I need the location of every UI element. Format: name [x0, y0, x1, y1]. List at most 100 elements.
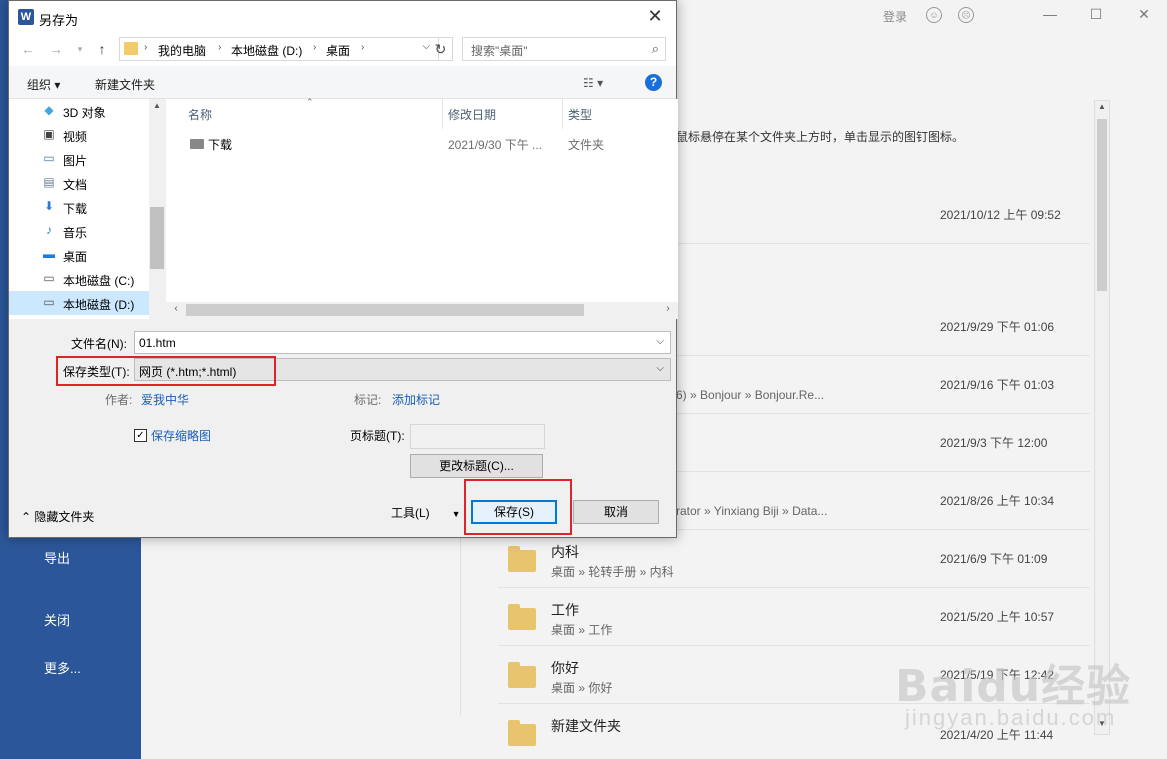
up-arrow-icon[interactable]: ↑ — [93, 41, 111, 57]
nav-item-documents[interactable]: ▤ 文档 — [9, 171, 149, 195]
page-title-field[interactable] — [410, 424, 545, 449]
watermark-url: jingyan.baidu.com — [905, 705, 1117, 730]
search-icon[interactable]: ⌕ — [652, 41, 659, 57]
chevron-down-icon[interactable]: ⌵ — [656, 363, 664, 374]
nav-scrollbar[interactable]: ▲ — [149, 99, 165, 319]
file-row-name[interactable]: 下载 — [208, 136, 232, 153]
nav-item-downloads[interactable]: ⬇ 下载 — [9, 195, 149, 219]
save-highlight — [464, 479, 572, 535]
help-icon[interactable]: ? — [645, 74, 662, 91]
nav-item-pictures[interactable]: ▭ 图片 — [9, 147, 149, 171]
save-thumbnail-checkbox[interactable]: ✓ — [134, 429, 147, 442]
nav-item-drive-d[interactable]: ▭ 本地磁盘 (D:) — [9, 291, 149, 315]
maximize-button[interactable]: ☐ — [1086, 6, 1106, 23]
tools-menu[interactable]: 工具(L) ▼ — [391, 504, 461, 521]
file-row-type: 文件夹 — [568, 138, 605, 152]
scroll-up-icon[interactable]: ▲ — [149, 101, 165, 115]
nav-item-drive-c[interactable]: ▭ 本地磁盘 (C:) — [9, 267, 149, 291]
cancel-button[interactable]: 取消 — [573, 500, 659, 524]
nav-item-videos[interactable]: ▣ 视频 — [9, 123, 149, 147]
add-tags-link[interactable]: 添加标记 — [392, 391, 440, 408]
recent-folder-row[interactable]: 内科 桌面 » 轮转手册 » 内科 2021/6/9 下午 01:09 — [498, 530, 1090, 588]
scroll-thumb[interactable] — [186, 304, 584, 316]
menu-close[interactable]: 关闭 — [44, 610, 70, 629]
document-icon: ▤ — [43, 175, 55, 189]
desktop-icon: ▬ — [43, 247, 55, 261]
scroll-right-icon[interactable]: › — [660, 303, 676, 314]
save-as-dialog: W 另存为 ✕ ← → ▾ ↑ › 我的电脑 › 本地磁盘 (D:) › 桌面 … — [8, 0, 678, 538]
backstage-scrollbar[interactable]: ▲ ▼ — [1094, 100, 1110, 735]
nav-item-music[interactable]: ♪ 音乐 — [9, 219, 149, 243]
horizontal-scrollbar[interactable]: ‹ › — [166, 302, 678, 319]
filename-label: 文件名(N): — [71, 337, 127, 351]
address-field[interactable]: › 我的电脑 › 本地磁盘 (D:) › 桌面 › ⌵ — [119, 37, 439, 61]
save-thumbnail-label[interactable]: 保存缩略图 — [151, 427, 211, 444]
nav-item-3d-objects[interactable]: ◆ 3D 对象 — [9, 99, 149, 123]
scroll-thumb[interactable] — [1097, 119, 1107, 291]
column-type[interactable]: 类型 — [568, 106, 592, 123]
chevron-right-icon[interactable]: › — [361, 42, 364, 53]
address-bar: ← → ▾ ↑ › 我的电脑 › 本地磁盘 (D:) › 桌面 › ⌵ ↻ 搜索… — [9, 34, 676, 66]
folder-icon — [508, 720, 536, 746]
scroll-up-icon[interactable]: ▲ — [1095, 102, 1109, 116]
author-label: 作者: — [105, 393, 133, 407]
change-title-button[interactable]: 更改标题(C)... — [410, 454, 543, 478]
login-link[interactable]: 登录 — [883, 8, 907, 25]
folder-icon — [508, 662, 536, 688]
drive-icon: ▭ — [43, 295, 55, 309]
new-folder-button[interactable]: 新建文件夹 — [95, 76, 155, 93]
menu-export[interactable]: 导出 — [44, 548, 70, 567]
chevron-down-icon[interactable]: ⌵ — [656, 336, 664, 347]
chevron-right-icon[interactable]: › — [313, 42, 316, 53]
sort-ascending-icon: ⌃ — [306, 97, 314, 107]
cube-icon: ◆ — [44, 103, 54, 117]
column-divider[interactable] — [442, 99, 443, 129]
tags-label: 标记: — [354, 393, 382, 407]
chevron-up-icon: ⌃ — [21, 510, 35, 524]
word-icon: W — [18, 9, 34, 25]
download-icon: ⬇ — [43, 199, 55, 213]
column-name[interactable]: 名称 — [188, 106, 212, 123]
picture-icon: ▭ — [43, 151, 55, 165]
music-icon: ♪ — [46, 223, 52, 237]
window-close-button[interactable]: ✕ — [1134, 6, 1154, 23]
nav-item-desktop[interactable]: ▬ 桌面 — [9, 243, 149, 267]
minimize-button[interactable]: — — [1040, 6, 1060, 22]
refresh-icon[interactable]: ↻ — [429, 37, 453, 61]
frown-icon[interactable]: ☹ — [958, 7, 974, 23]
navigation-pane: ◆ 3D 对象 ▣ 视频 ▭ 图片 ▤ 文档 ⬇ 下载 ♪ 音乐 ▬ 桌面 ▭ 本地磁盘 (C:… — [9, 99, 165, 319]
forward-arrow-icon[interactable]: → — [47, 41, 65, 57]
breadcrumb-drive[interactable]: 本地磁盘 (D:) — [231, 42, 302, 59]
recent-dropdown-icon[interactable]: ▾ — [71, 44, 89, 55]
organize-button[interactable]: 组织 ▾ — [27, 76, 60, 93]
page-title-label: 页标题(T): — [350, 429, 405, 443]
menu-more[interactable]: 更多... — [44, 658, 81, 677]
author-value[interactable]: 爱我中华 — [141, 391, 189, 408]
smile-icon[interactable]: ☺ — [926, 7, 942, 23]
pin-tip: 鼠标悬停在某个文件夹上方时，单击显示的图钉图标。 — [676, 130, 965, 144]
dialog-toolbar: 组织 ▾ 新建文件夹 ☷ ▾ ? — [9, 66, 676, 99]
chevron-right-icon[interactable]: › — [218, 42, 221, 53]
scroll-thumb[interactable] — [150, 207, 164, 269]
file-list: ⌃ 名称 修改日期 类型 下载 2021/9/30 下午 ... 文件夹 ‹ › — [166, 97, 678, 319]
close-icon[interactable]: ✕ — [644, 6, 666, 27]
view-options-icon[interactable]: ☷ ▾ — [583, 76, 603, 90]
hide-folders-toggle[interactable]: ⌃ 隐藏文件夹 — [21, 508, 94, 525]
breadcrumb-computer[interactable]: 我的电脑 — [158, 42, 206, 59]
scroll-left-icon[interactable]: ‹ — [168, 303, 184, 314]
search-input[interactable]: 搜索"桌面" ⌕ — [462, 37, 666, 61]
back-arrow-icon[interactable]: ← — [19, 41, 37, 57]
dialog-titlebar: W 另存为 ✕ — [9, 1, 676, 34]
chevron-right-icon[interactable]: › — [144, 42, 147, 53]
folder-icon — [124, 42, 138, 55]
caret-down-icon: ▼ — [451, 509, 461, 519]
breadcrumb-desktop[interactable]: 桌面 — [326, 42, 350, 59]
dialog-title: 另存为 — [39, 13, 79, 28]
folder-icon — [508, 546, 536, 572]
column-date[interactable]: 修改日期 — [448, 106, 496, 123]
savetype-highlight — [56, 356, 276, 386]
column-divider[interactable] — [562, 99, 563, 129]
folder-icon — [508, 604, 536, 630]
recent-folder-row[interactable]: 工作 桌面 » 工作 2021/5/20 上午 10:57 — [498, 588, 1090, 646]
filename-field[interactable]: 01.htm ⌵ — [134, 331, 671, 354]
